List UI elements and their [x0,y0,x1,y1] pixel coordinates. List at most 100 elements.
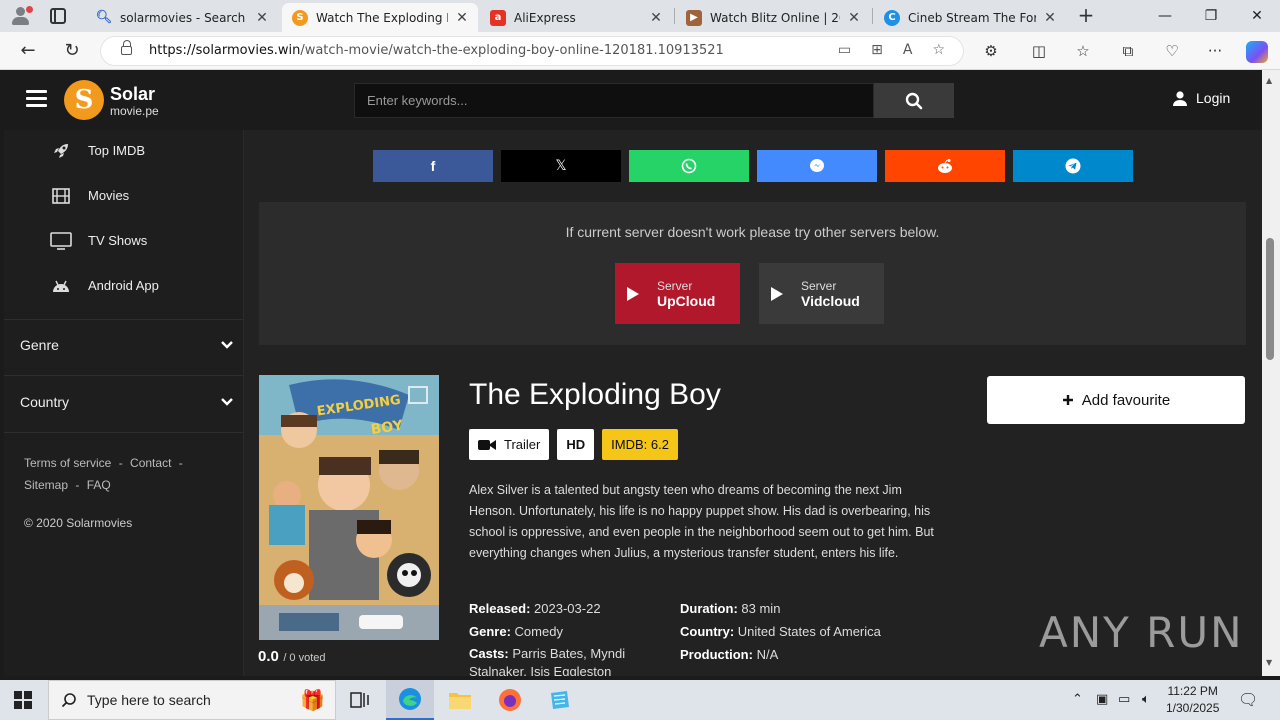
device-tray-icon[interactable]: ▣ [1096,692,1108,707]
sidebar-item-android-app[interactable]: Android App [4,263,244,308]
restore-icon[interactable]: ❐ [1188,4,1234,28]
sidebar: Top IMDB Movies TV Shows Android App Gen… [4,130,244,676]
taskbar-search[interactable]: Type here to search 🎁 [48,680,336,720]
scrollbar-thumb[interactable] [1266,238,1274,360]
share-telegram-button[interactable] [1013,150,1133,182]
url-text: https://solarmovies.win/watch-movie/watc… [149,43,724,58]
server-upcloud-button[interactable]: Server UpCloud [615,263,740,324]
refresh-icon[interactable]: ↻ [60,39,84,63]
main-content: f 𝕏 If current server doesn't work pleas… [244,130,1262,676]
share-reddit-button[interactable] [885,150,1005,182]
device-icon[interactable]: ▭ [838,42,851,58]
chevron-up-icon[interactable]: ⌃ [1072,692,1083,707]
trailer-button[interactable]: Trailer [469,429,550,460]
search-icon [61,693,76,708]
terms-link[interactable]: Terms of service [24,456,111,470]
sidebar-item-label: Movies [88,188,130,203]
performance-icon[interactable]: ♡ [1161,40,1183,62]
server-vidcloud-button[interactable]: Server Vidcloud [759,263,884,324]
volume-icon[interactable]: 🔈︎ [1142,692,1150,707]
site-header: S Solar movie.pe Login [4,70,1262,130]
task-view-icon[interactable] [336,680,384,720]
share-facebook-button[interactable]: f [373,150,493,182]
search-input[interactable] [354,83,874,118]
browser-tab-search[interactable]: 🔍︎ solarmovies - Search ✕ [86,3,278,32]
extensions-icon[interactable]: ⚙ [980,40,1002,62]
browser-tab-active[interactable]: S Watch The Exploding Bo ✕ [282,3,478,32]
edge-taskbar-icon[interactable] [386,680,434,720]
split-screen-icon[interactable]: ◫ [1028,40,1050,62]
plus-icon [1062,395,1073,405]
aliexpress-icon: a [490,9,506,26]
chevron-down-icon [221,341,233,349]
logo-text[interactable]: Solar [110,84,155,105]
network-icon[interactable]: ▭ [1118,692,1130,707]
genre-row: Genre: Comedy [469,624,563,639]
link-separator: - [75,478,80,492]
login-button[interactable]: Login [1172,90,1230,106]
close-tab-icon[interactable]: ✕ [456,10,468,26]
link-separator: - [118,456,123,470]
server-name: UpCloud [657,292,716,309]
favorite-star-icon[interactable]: ☆ [932,42,945,58]
read-aloud-icon[interactable]: A [903,42,913,58]
windows-start-icon[interactable] [14,691,32,709]
anyrun-watermark: ANY RUN [1039,608,1244,657]
faq-link[interactable]: FAQ [87,478,111,492]
minimize-icon[interactable]: — [1142,4,1188,28]
close-tab-icon[interactable]: ✕ [650,10,662,26]
notification-icon[interactable]: 🗨︎ [1238,690,1258,709]
share-whatsapp-button[interactable] [629,150,749,182]
new-tab-icon[interactable]: + [1076,5,1096,25]
menu-icon[interactable] [26,90,47,108]
casts-row: Casts: Parris Bates, Myndi Stalnaker, Is… [469,646,626,676]
sidebar-item-movies[interactable]: Movies [4,173,244,218]
more-menu-icon[interactable]: ··· [1204,40,1226,62]
rating-score: 0.0 [258,648,279,665]
search-button[interactable] [874,83,954,118]
address-bar[interactable]: https://solarmovies.win/watch-movie/watc… [100,36,964,66]
solarmovies-logo-icon[interactable]: S [64,80,104,120]
movie-meta-left: Released: 2023-03-22 Genre: Comedy Casts… [469,597,669,676]
browser-toolbar: ← ↻ https://solarmovies.win/watch-movie/… [0,32,1280,70]
sidebar-item-tv-shows[interactable]: TV Shows [4,218,244,263]
file-explorer-icon[interactable] [436,680,484,720]
profile-icon[interactable] [8,4,34,28]
close-window-icon[interactable]: ✕ [1234,4,1280,28]
close-tab-icon[interactable]: ✕ [848,10,860,26]
sitemap-link[interactable]: Sitemap [24,478,68,492]
sidebar-item-top-imdb[interactable]: Top IMDB [4,128,244,173]
scroll-down-icon[interactable]: ▼ [1266,658,1272,667]
close-tab-icon[interactable]: ✕ [256,10,268,26]
genre-dropdown[interactable]: Genre [4,317,244,373]
notepad-icon[interactable] [536,680,584,720]
firefox-icon[interactable] [486,680,534,720]
system-clock[interactable]: 11:22 PM 1/30/2025 [1166,683,1219,717]
back-icon[interactable]: ← [16,39,40,63]
tab-actions-icon[interactable] [50,8,66,24]
tab-title: AliExpress [514,10,576,25]
browser-tab-cineb[interactable]: C Cineb Stream The Foreig ✕ [874,3,1066,32]
favorites-icon[interactable]: ☆ [1072,40,1094,62]
share-x-button[interactable]: 𝕏 [501,150,621,182]
reddit-icon [938,159,952,173]
movie-meta-right: Duration: 83 min Country: United States … [680,597,960,666]
add-favourite-button[interactable]: Add favourite [987,376,1245,424]
scroll-up-icon[interactable]: ▲ [1266,76,1272,85]
movie-poster[interactable]: EXPLODING BOY [259,375,439,640]
server-name: Vidcloud [801,292,860,309]
close-tab-icon[interactable]: ✕ [1044,10,1056,26]
page-scrollbar[interactable]: ▲ ▼ [1262,70,1280,676]
copilot-icon[interactable] [1246,41,1268,63]
taskbar-search-placeholder: Type here to search [87,692,211,708]
chevron-down-icon [221,398,233,406]
contact-link[interactable]: Contact [130,456,171,470]
clock-time: 11:22 PM [1167,684,1218,698]
apps-icon[interactable]: ⊞ [871,42,883,58]
browser-tab-blitz[interactable]: ▶ Watch Blitz Online | 2024 ✕ [676,3,870,32]
logo-subtext[interactable]: movie.pe [110,104,159,118]
country-dropdown[interactable]: Country [4,374,244,430]
collections-icon[interactable]: ⧉ [1117,40,1139,62]
share-messenger-button[interactable] [757,150,877,182]
browser-tab-aliexpress[interactable]: a AliExpress ✕ [480,3,672,32]
